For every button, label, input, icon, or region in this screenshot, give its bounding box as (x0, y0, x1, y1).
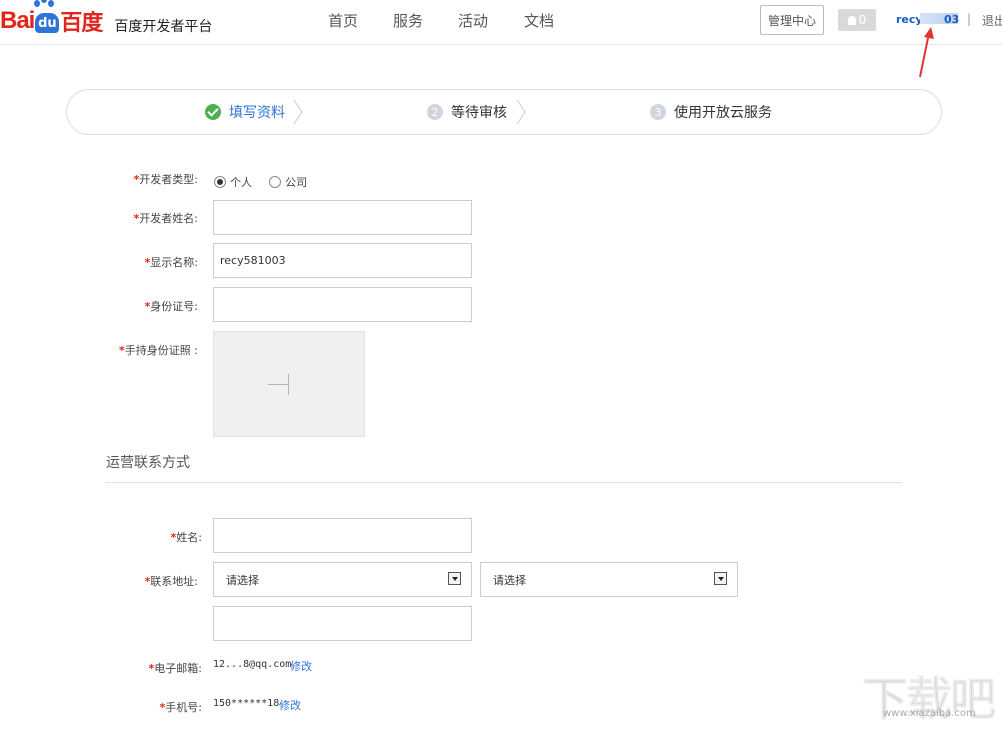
city-select-value: 请选择 (493, 573, 526, 587)
logo-paw-icon: du (35, 13, 60, 33)
phone-label: *手机号: (159, 701, 202, 714)
nav-home[interactable]: 首页 (328, 10, 358, 31)
province-select-value: 请选择 (226, 573, 259, 587)
address-label: *联系地址: (144, 575, 198, 588)
phone-edit-link[interactable]: 修改 (279, 697, 301, 713)
section-divider (106, 482, 901, 483)
dev-type-label: *开发者类型: (133, 173, 198, 186)
watermark-url: www.xiazaiba.com (883, 708, 976, 719)
messages-button[interactable]: 0 (838, 9, 876, 31)
id-photo-upload[interactable] (213, 331, 365, 437)
dev-name-label: *开发者姓名: (133, 212, 198, 225)
dropdown-arrow-icon (448, 572, 461, 585)
province-select[interactable]: 请选择 (213, 562, 472, 597)
step-2-label: 等待审核 (451, 105, 507, 121)
header-separator: | (967, 12, 972, 26)
nav-services[interactable]: 服务 (393, 10, 423, 31)
radio-company-label[interactable]: 公司 (285, 176, 307, 189)
plus-icon (268, 384, 289, 385)
step-await-review: 2 等待审核 (427, 102, 507, 122)
logo-bai-text: Bai (0, 7, 35, 34)
city-select[interactable]: 请选择 (480, 562, 738, 597)
radio-company[interactable] (269, 175, 282, 188)
progress-steps: 填写资料 2 等待审核 3 使用开放云服务 (66, 89, 942, 135)
check-circle-icon (205, 104, 221, 120)
dev-type-radio-group: 个人 公司 (214, 171, 319, 190)
nav-events[interactable]: 活动 (458, 10, 488, 31)
watermark-logo: 下载吧 (862, 672, 997, 727)
radio-individual-label[interactable]: 个人 (230, 176, 252, 189)
plus-icon-vertical (288, 374, 289, 395)
email-value: 12...8@qq.com (213, 659, 292, 670)
step-1-label: 填写资料 (229, 105, 285, 121)
username-link[interactable]: recy (896, 13, 923, 26)
logo-cn-text: 百度 (60, 11, 103, 36)
step-2-number: 2 (427, 104, 443, 120)
contact-name-input[interactable] (213, 518, 472, 553)
email-label: *电子邮箱: (148, 662, 202, 675)
step-3-number: 3 (650, 104, 666, 120)
dev-name-input[interactable] (213, 200, 472, 235)
nav-docs[interactable]: 文档 (524, 10, 554, 31)
contact-name-label: *姓名: (170, 531, 202, 544)
contact-section-title: 运营联系方式 (106, 455, 190, 471)
username-suffix[interactable]: 03 (944, 13, 959, 26)
id-photo-label: *手持身份证照 : (119, 344, 198, 357)
step-use-service: 3 使用开放云服务 (650, 102, 772, 122)
step-chevron-icon (293, 99, 303, 125)
display-name-input[interactable]: recy581003 (213, 243, 472, 278)
email-edit-link[interactable]: 修改 (290, 658, 312, 674)
id-number-label: *身份证号: (144, 300, 198, 313)
id-number-input[interactable] (213, 287, 472, 322)
phone-value: 150******18 (213, 698, 280, 709)
paw-dots-icon (34, 0, 56, 8)
dropdown-arrow-icon (714, 572, 727, 585)
logout-link[interactable]: 退出 (982, 12, 1002, 29)
step-fill-info: 填写资料 (205, 102, 285, 122)
radio-individual[interactable] (214, 175, 226, 188)
platform-name: 百度开发者平台 (114, 19, 213, 35)
step-3-label: 使用开放云服务 (674, 105, 772, 121)
step-chevron-icon (516, 99, 526, 125)
baidu-logo[interactable]: Bai du 百度 百度开发者平台 (0, 0, 213, 36)
red-arrow-annotation (919, 27, 934, 78)
top-header: Bai du 百度 百度开发者平台 首页 服务 活动 文档 管理中心 0 rec… (0, 0, 1002, 45)
display-name-label: *显示名称: (144, 256, 198, 269)
management-center-button[interactable]: 管理中心 (760, 5, 824, 35)
message-count: 0 (858, 13, 867, 27)
bell-icon (847, 15, 856, 25)
address-detail-input[interactable] (213, 606, 472, 641)
logo-du-text: du (38, 15, 57, 31)
